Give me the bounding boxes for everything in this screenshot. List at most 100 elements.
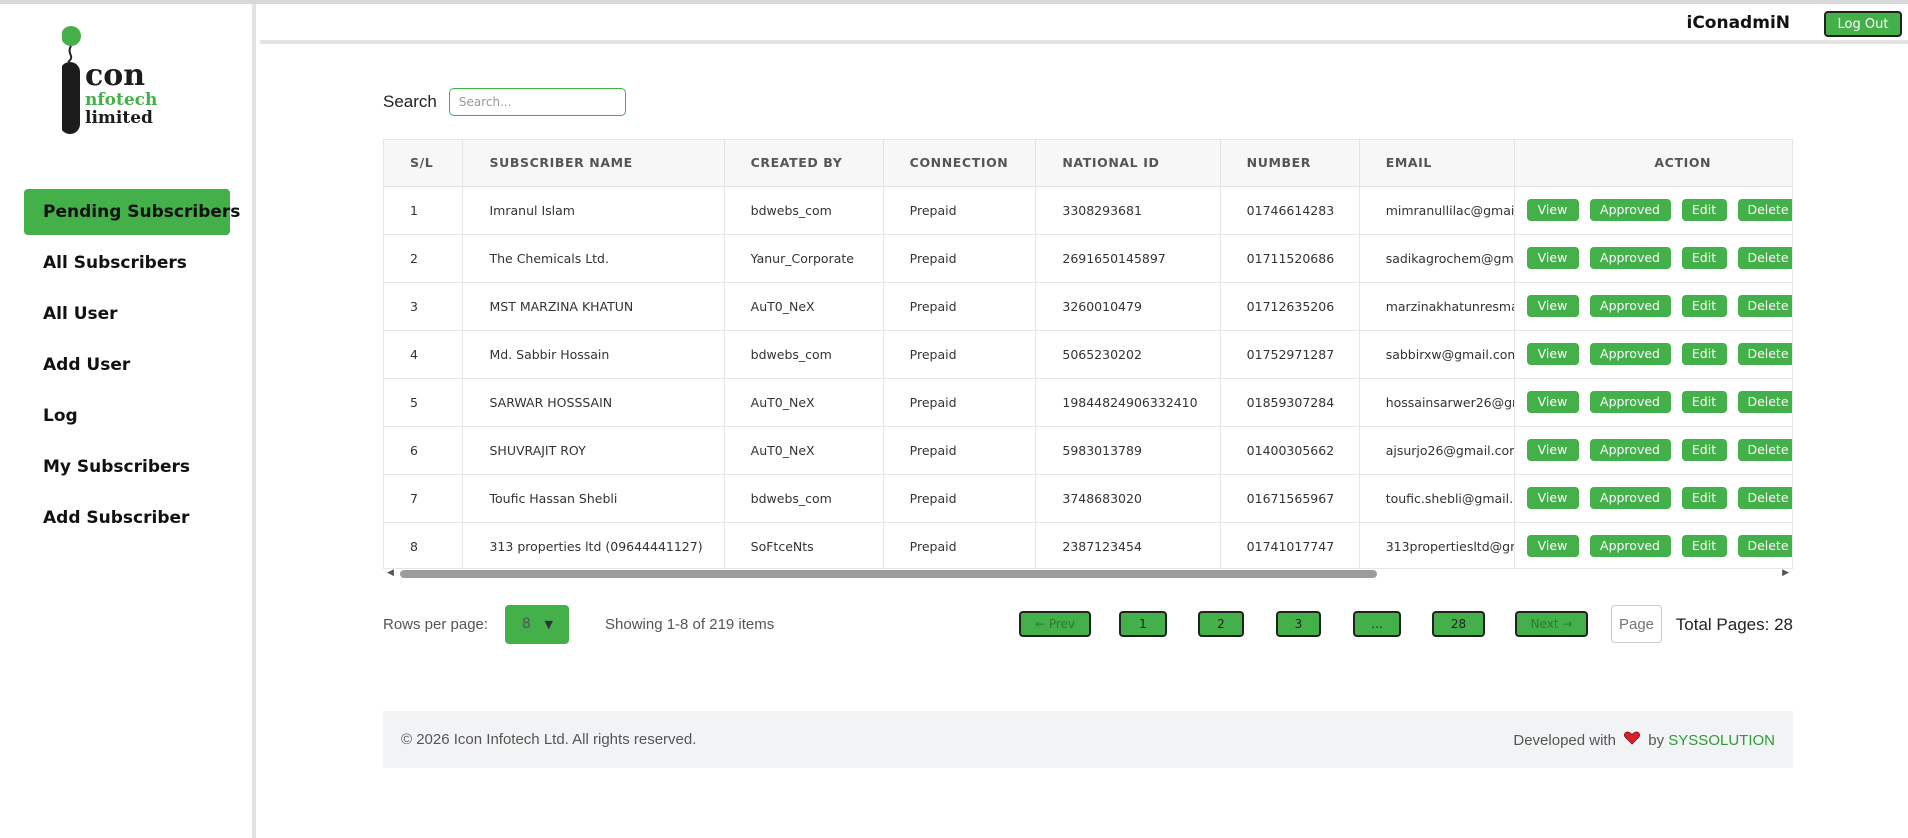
cell-email: ajsurjo26@gmail.com bbox=[1359, 426, 1515, 475]
sidebar-item-my-subscribers[interactable]: My Subscribers bbox=[24, 444, 230, 490]
rows-per-page-select[interactable]: 8 ▼ bbox=[505, 605, 569, 644]
cell-sl: 4 bbox=[384, 330, 464, 379]
cell-number: 01752971287 bbox=[1220, 330, 1360, 379]
cell-national-id: 5065230202 bbox=[1035, 330, 1221, 379]
sidebar-item-log[interactable]: Log bbox=[24, 393, 230, 439]
delete-button[interactable]: Delete bbox=[1737, 295, 1792, 317]
edit-button[interactable]: Edit bbox=[1681, 247, 1727, 269]
delete-button[interactable]: Delete bbox=[1737, 247, 1792, 269]
cell-actions: View Approved Edit Delete bbox=[1514, 378, 1792, 427]
view-button[interactable]: View bbox=[1526, 391, 1579, 413]
delete-button[interactable]: Delete bbox=[1737, 391, 1792, 413]
cell-actions: View Approved Edit Delete bbox=[1514, 330, 1792, 379]
logout-button[interactable]: Log Out bbox=[1824, 11, 1902, 37]
column-header-sl[interactable]: S/L bbox=[384, 140, 464, 187]
page-number-input[interactable] bbox=[1611, 605, 1662, 643]
edit-button[interactable]: Edit bbox=[1681, 487, 1727, 509]
approved-button[interactable]: Approved bbox=[1589, 487, 1671, 509]
cell-subscriber-name: Toufic Hassan Shebli bbox=[462, 474, 725, 523]
page-button-1[interactable]: 1 bbox=[1119, 611, 1167, 637]
cell-number: 01741017747 bbox=[1220, 522, 1360, 568]
approved-button[interactable]: Approved bbox=[1589, 439, 1671, 461]
cell-national-id: 2387123454 bbox=[1035, 522, 1221, 568]
view-button[interactable]: View bbox=[1526, 199, 1579, 221]
cell-number: 01712635206 bbox=[1220, 282, 1360, 331]
search-row: Search bbox=[383, 88, 626, 116]
approved-button[interactable]: Approved bbox=[1589, 199, 1671, 221]
edit-button[interactable]: Edit bbox=[1681, 439, 1727, 461]
cell-sl: 3 bbox=[384, 282, 464, 331]
table-row: 8 313 properties ltd (09644441127) SoFtceN… bbox=[384, 522, 1792, 568]
logo-text-nfotech: nfotech bbox=[85, 90, 157, 110]
developer-credit: Developed with by SYSSOLUTION bbox=[1513, 731, 1775, 749]
cell-actions: View Approved Edit Delete bbox=[1514, 426, 1792, 475]
next-page-button[interactable]: Next → bbox=[1515, 611, 1588, 637]
page-button-28[interactable]: 28 bbox=[1432, 611, 1485, 637]
logo-text-con: con bbox=[85, 58, 145, 93]
approved-button[interactable]: Approved bbox=[1589, 343, 1671, 365]
delete-button[interactable]: Delete bbox=[1737, 439, 1792, 461]
search-input[interactable] bbox=[448, 88, 626, 116]
column-header-email[interactable]: EMAIL bbox=[1359, 140, 1515, 187]
delete-button[interactable]: Delete bbox=[1737, 343, 1792, 365]
showing-items-text: Showing 1-8 of 219 items bbox=[605, 616, 775, 633]
copyright-text: © 2026 Icon Infotech Ltd. All rights res… bbox=[401, 731, 697, 748]
column-header-connection[interactable]: CONNECTION bbox=[883, 140, 1037, 187]
delete-button[interactable]: Delete bbox=[1737, 535, 1792, 557]
page-button-2[interactable]: 2 bbox=[1198, 611, 1244, 637]
cell-sl: 8 bbox=[384, 522, 464, 568]
column-header-number[interactable]: NUMBER bbox=[1220, 140, 1360, 187]
approved-button[interactable]: Approved bbox=[1589, 295, 1671, 317]
cell-subscriber-name: Md. Sabbir Hossain bbox=[462, 330, 725, 379]
sidebar-nav: Pending Subscribers All Subscribers All … bbox=[24, 189, 240, 546]
dropdown-arrow-icon: ▼ bbox=[544, 618, 553, 631]
cell-subscriber-name: SARWAR HOSSSAIN bbox=[462, 378, 725, 427]
cell-actions: View Approved Edit Delete bbox=[1514, 522, 1792, 568]
column-header-national-id[interactable]: NATIONAL ID bbox=[1035, 140, 1221, 187]
edit-button[interactable]: Edit bbox=[1681, 391, 1727, 413]
scrollbar-thumb[interactable] bbox=[400, 570, 1377, 578]
scroll-left-arrow-icon[interactable]: ◀ bbox=[387, 568, 394, 578]
top-header: iConadmiN Log Out bbox=[260, 4, 1908, 44]
view-button[interactable]: View bbox=[1526, 295, 1579, 317]
developed-with-text: Developed with bbox=[1513, 732, 1616, 749]
view-button[interactable]: View bbox=[1526, 343, 1579, 365]
edit-button[interactable]: Edit bbox=[1681, 199, 1727, 221]
edit-button[interactable]: Edit bbox=[1681, 295, 1727, 317]
column-header-action: ACTION bbox=[1514, 140, 1792, 187]
sidebar-item-all-subscribers[interactable]: All Subscribers bbox=[24, 240, 230, 286]
delete-button[interactable]: Delete bbox=[1737, 487, 1792, 509]
edit-button[interactable]: Edit bbox=[1681, 535, 1727, 557]
rows-per-page-value: 8 bbox=[522, 616, 531, 632]
horizontal-scrollbar[interactable]: ◀ ▶ bbox=[383, 566, 1793, 580]
scroll-right-arrow-icon[interactable]: ▶ bbox=[1782, 568, 1789, 578]
company-logo[interactable]: con nfotech limited bbox=[60, 26, 192, 142]
sidebar-item-all-user[interactable]: All User bbox=[24, 291, 230, 337]
column-header-created-by[interactable]: CREATED BY bbox=[724, 140, 884, 187]
view-button[interactable]: View bbox=[1526, 535, 1579, 557]
sidebar-item-pending-subscribers[interactable]: Pending Subscribers bbox=[24, 189, 240, 235]
page-button-ellipsis[interactable]: ... bbox=[1353, 611, 1401, 637]
sidebar-item-add-user[interactable]: Add User bbox=[24, 342, 230, 388]
delete-button[interactable]: Delete bbox=[1737, 199, 1792, 221]
approved-button[interactable]: Approved bbox=[1589, 535, 1671, 557]
page-button-3[interactable]: 3 bbox=[1276, 611, 1321, 637]
prev-page-button[interactable]: ← Prev bbox=[1019, 611, 1091, 637]
cell-connection: Prepaid bbox=[883, 234, 1037, 283]
table-header-row: S/L SUBSCRIBER NAME CREATED BY CONNECTIO… bbox=[384, 140, 1792, 187]
column-header-subscriber-name[interactable]: SUBSCRIBER NAME bbox=[462, 140, 725, 187]
edit-button[interactable]: Edit bbox=[1681, 343, 1727, 365]
cell-national-id: 3308293681 bbox=[1035, 186, 1221, 235]
approved-button[interactable]: Approved bbox=[1589, 391, 1671, 413]
view-button[interactable]: View bbox=[1526, 439, 1579, 461]
cell-email: hossainsarwer26@gmail.com bbox=[1359, 378, 1515, 427]
view-button[interactable]: View bbox=[1526, 247, 1579, 269]
approved-button[interactable]: Approved bbox=[1589, 247, 1671, 269]
cell-created-by: Yanur_Corporate bbox=[724, 234, 884, 283]
developer-brand-link[interactable]: SYSSOLUTION bbox=[1668, 732, 1775, 749]
sidebar-item-add-subscriber[interactable]: Add Subscriber bbox=[24, 495, 230, 541]
cell-subscriber-name: SHUVRAJIT ROY bbox=[462, 426, 725, 475]
cell-email: sadikagrochem@gmail.com bbox=[1359, 234, 1515, 283]
view-button[interactable]: View bbox=[1526, 487, 1579, 509]
cell-number: 01746614283 bbox=[1220, 186, 1360, 235]
